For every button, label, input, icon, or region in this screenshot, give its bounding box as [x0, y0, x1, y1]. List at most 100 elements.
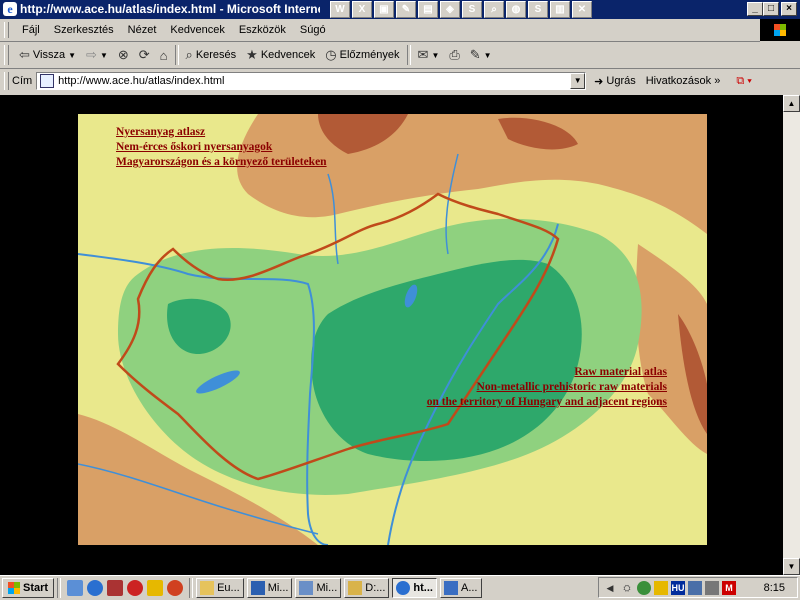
clock[interactable]: 8:15 — [764, 582, 785, 594]
start-button[interactable]: Start — [2, 578, 55, 598]
quick-icon-close[interactable]: ✕ — [572, 1, 592, 18]
home-icon: ⌂ — [159, 47, 168, 63]
menu-edit[interactable]: Szerkesztés — [47, 24, 121, 36]
quick-icon-app-2[interactable]: ▤ — [418, 1, 438, 18]
vertical-scrollbar[interactable]: ▲ ▼ — [783, 95, 800, 575]
tray-app-icon-2[interactable] — [654, 580, 668, 595]
ie-icon[interactable] — [87, 580, 104, 596]
links-toolbar[interactable]: Hivatkozások » — [646, 75, 721, 87]
star-icon: ★ — [246, 47, 258, 62]
taskbar-item-active[interactable]: ht... — [392, 578, 437, 598]
window-controls: _ □ × — [747, 2, 797, 16]
go-button[interactable]: ➜ Ugrás — [594, 75, 636, 88]
forward-button[interactable]: ⇨ ▼ — [81, 44, 113, 66]
media-icon[interactable] — [167, 580, 184, 596]
winamp-icon[interactable] — [147, 580, 164, 596]
tray-antivirus-icon[interactable]: M — [722, 580, 736, 595]
window-title: http://www.ace.hu/atlas/index.html - Mic… — [20, 2, 320, 16]
toolbar-separator — [174, 45, 179, 65]
favorites-button[interactable]: ★ Kedvencek — [241, 44, 320, 66]
ie-icon — [396, 581, 411, 595]
toolbar-grip-3[interactable] — [4, 72, 9, 90]
link-nem-erces[interactable]: Nem-érces őskori nyersanyagok — [116, 140, 327, 155]
taskbar-item[interactable]: Eu... — [196, 578, 244, 598]
extension-icon[interactable]: ⧉ ▾ — [736, 75, 752, 88]
minimize-button[interactable]: _ — [747, 2, 763, 16]
windows-flag-icon — [8, 582, 20, 594]
back-arrow-icon: ⇦ — [19, 47, 30, 62]
quick-icon-word[interactable]: W — [330, 1, 350, 18]
refresh-button[interactable]: ⟳ — [134, 44, 155, 66]
tray-monitor-icon[interactable] — [688, 580, 702, 595]
edit-button[interactable]: ✎ ▼ — [465, 44, 497, 66]
search-icon: ⌕ — [185, 47, 193, 62]
back-button[interactable]: ⇦ Vissza ▼ — [14, 44, 81, 66]
address-url[interactable]: http://www.ace.hu/atlas/index.html — [58, 75, 224, 87]
address-dropdown-button[interactable]: ▼ — [570, 73, 586, 89]
history-button[interactable]: ◷ Előzmények — [320, 44, 404, 66]
link-raw-material-atlas[interactable]: Raw material atlas — [427, 365, 667, 380]
menu-tools[interactable]: Eszközök — [232, 24, 293, 36]
quick-icon-search[interactable]: ⌕ — [484, 1, 504, 18]
search-button[interactable]: ⌕ Keresés — [181, 44, 242, 66]
menu-favorites[interactable]: Kedvencek — [163, 24, 231, 36]
link-nyersanyag-atlasz[interactable]: Nyersanyag atlasz — [116, 125, 327, 140]
ie-icon[interactable]: e — [3, 2, 17, 16]
quick-icon-app[interactable]: ▣ — [374, 1, 394, 18]
taskbar-item[interactable]: D:... — [344, 578, 390, 598]
favorites-label: Kedvencek — [260, 49, 316, 61]
quick-icon-app-4[interactable]: ◍ — [506, 1, 526, 18]
taskbar-separator-2 — [189, 578, 194, 598]
taskbar-separator — [57, 578, 62, 598]
tray-app-icon[interactable] — [637, 580, 651, 595]
address-label: Cím — [12, 75, 33, 87]
quick-icon-s[interactable]: S — [462, 1, 482, 18]
history-label: Előzmények — [339, 49, 400, 61]
menu-help[interactable]: Súgó — [293, 24, 333, 36]
title-bar: e http://www.ace.hu/atlas/index.html - M… — [0, 0, 800, 19]
caption-hungarian: Nyersanyag atlasz Nem-érces őskori nyers… — [116, 125, 327, 170]
go-label: Ugrás — [606, 75, 636, 87]
stop-button[interactable]: ⊗ — [113, 44, 134, 66]
taskbar-item[interactable]: A... — [439, 578, 482, 598]
desktop-icon[interactable] — [67, 580, 84, 596]
quick-icon-app-5[interactable]: ▥ — [550, 1, 570, 18]
toolbar-grip[interactable] — [4, 22, 9, 38]
chevron-down-icon: ▼ — [99, 50, 108, 60]
windows-flag-icon — [774, 24, 786, 36]
link-non-metallic[interactable]: Non-metallic prehistoric raw materials — [427, 380, 667, 395]
app-icon — [443, 581, 458, 595]
volume-icon[interactable]: ◀ — [603, 581, 617, 595]
start-label: Start — [23, 582, 49, 594]
task-label: Mi... — [316, 582, 338, 594]
scroll-down-button[interactable]: ▼ — [783, 558, 800, 575]
opera-icon[interactable] — [127, 580, 144, 596]
home-button[interactable]: ⌂ — [155, 44, 173, 66]
print-button[interactable]: ⎙ — [444, 44, 464, 66]
address-input[interactable]: http://www.ace.hu/atlas/index.html ▼ — [36, 72, 587, 90]
quick-launch-toolbar: W X ▣ ✎ ▤ ◈ S ⌕ ◍ S ▥ ✕ — [330, 1, 592, 18]
quick-icon-s-2[interactable]: S — [528, 1, 548, 18]
link-magyarorszagon[interactable]: Magyarországon és a környező területeken — [116, 155, 327, 170]
quick-icon-excel[interactable]: X — [352, 1, 372, 18]
menu-file[interactable]: Fájl — [15, 24, 47, 36]
menu-view[interactable]: Nézet — [121, 24, 164, 36]
quick-icon-edit[interactable]: ✎ — [396, 1, 416, 18]
language-indicator[interactable]: HU — [671, 580, 685, 595]
edit-icon: ✎ — [469, 47, 481, 62]
tray-app-icon-3[interactable] — [705, 580, 719, 595]
app-icon[interactable] — [107, 580, 124, 596]
close-button[interactable]: × — [781, 2, 797, 16]
network-icon[interactable]: ⛭ — [620, 581, 634, 595]
scroll-up-button[interactable]: ▲ — [783, 95, 800, 112]
link-territory[interactable]: on the territory of Hungary and adjacent… — [427, 395, 667, 410]
toolbar-grip-2[interactable] — [4, 45, 9, 65]
taskbar-item[interactable]: Mi... — [295, 578, 342, 598]
maximize-button[interactable]: □ — [763, 2, 779, 16]
go-arrow-icon: ➜ — [594, 75, 604, 88]
relief-map-image — [78, 114, 707, 545]
taskbar-item[interactable]: Mi... — [246, 578, 293, 598]
search-label: Keresés — [195, 49, 237, 61]
mail-button[interactable]: ✉ ▼ — [413, 44, 445, 66]
quick-icon-app-3[interactable]: ◈ — [440, 1, 460, 18]
